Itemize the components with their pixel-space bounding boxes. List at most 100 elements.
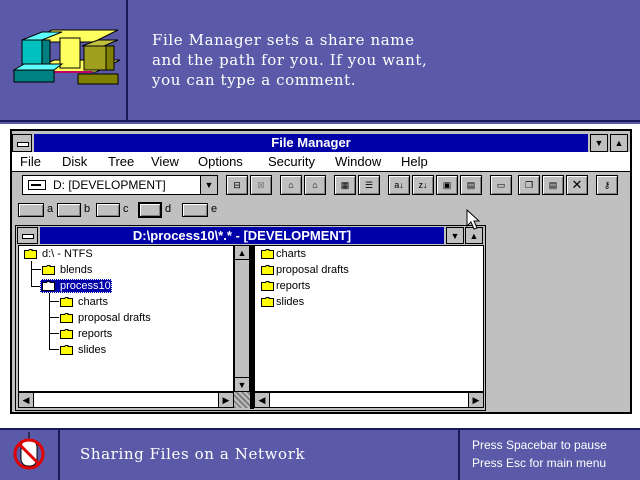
large-icons-icon: ▦ [340, 179, 350, 190]
drive-dropdown-arrow[interactable]: ▼ [200, 176, 217, 194]
banner-icon-frame [0, 0, 128, 122]
banner-line-1: File Manager sets a share name [152, 31, 415, 49]
tree-item-proposal-drafts[interactable]: proposal drafts [78, 311, 151, 325]
tree-root-item[interactable]: d:\ - NTFS [42, 247, 93, 261]
drive-select[interactable]: D: [DEVELOPMENT] [22, 175, 218, 195]
tree-item-blends[interactable]: blends [60, 263, 92, 277]
scroll-corner [234, 392, 250, 408]
minimize-icon: ▼ [450, 230, 460, 241]
menu-bar: File Disk Tree View Options Security Win… [12, 152, 630, 172]
permissions-button[interactable]: ⚷ [596, 175, 618, 195]
maximize-button[interactable]: ▲ [610, 134, 628, 152]
menu-hint: Press Esc for main menu [472, 456, 607, 470]
tree-vertical-scrollbar[interactable] [234, 245, 250, 392]
hard-drive-icon [28, 180, 46, 190]
sort-by-name-button[interactable]: a↓ [388, 175, 410, 195]
drive-b-label: b [84, 203, 91, 215]
minimize-icon: ▼ [594, 138, 604, 148]
file-item-slides[interactable]: slides [276, 295, 304, 309]
menu-disk[interactable]: Disk [62, 154, 87, 169]
folder-icon [60, 313, 73, 323]
list-scroll-right-button[interactable]: ▶ [468, 392, 484, 408]
drive-b-button[interactable] [57, 203, 81, 217]
arrow-right-icon: ▶ [222, 394, 230, 405]
share-icon: ⌂ [288, 180, 294, 190]
keyboard-hints [458, 428, 640, 480]
connect-drive-icon: ⊟ [233, 179, 241, 190]
folder-icon [60, 329, 73, 339]
disconnect-drive-icon: ⊠ [257, 179, 265, 190]
no-mouse-icon [13, 432, 45, 470]
connect-drive-button[interactable]: ⊟ [226, 175, 248, 195]
menu-view[interactable]: View [151, 154, 179, 169]
drive-select-value: D: [DEVELOPMENT] [53, 178, 166, 192]
maximize-icon: ▲ [469, 230, 479, 241]
large-icons-view-button[interactable]: ▦ [334, 175, 356, 195]
drive-c-button[interactable] [96, 203, 120, 217]
lesson-title: Sharing Files on a Network [80, 445, 306, 463]
stop-sharing-button[interactable]: ⌂ [304, 175, 326, 195]
file-item-proposal-drafts[interactable]: proposal drafts [276, 263, 349, 277]
directory-system-menu-button[interactable] [17, 227, 38, 244]
menu-file[interactable]: File [20, 154, 41, 169]
folder-icon [60, 345, 73, 355]
details-view-button[interactable]: ☰ [358, 175, 380, 195]
disconnect-drive-button[interactable]: ⊠ [250, 175, 272, 195]
tree-scroll-left-button[interactable]: ◀ [18, 392, 34, 408]
folder-icon [261, 297, 274, 307]
arrow-right-icon: ▶ [472, 394, 480, 405]
delete-icon: ✕ [571, 177, 583, 192]
copy-button[interactable]: ❐ [518, 175, 540, 195]
drive-d-button[interactable] [138, 202, 162, 218]
banner-line-2: and the path for you. If you want, [152, 51, 428, 69]
stop-share-icon: ⌂ [312, 180, 318, 190]
sort-name-icon: a↓ [394, 180, 404, 190]
copy-icon: ❐ [524, 179, 534, 190]
folder-icon [261, 249, 274, 259]
system-menu-button[interactable] [12, 134, 32, 152]
directory-minimize-button[interactable]: ▼ [446, 227, 464, 244]
folder-icon [42, 265, 55, 275]
sort-by-date-button[interactable]: ▤ [460, 175, 482, 195]
new-window-button[interactable]: ▭ [490, 175, 512, 195]
list-hscroll-track[interactable] [270, 393, 468, 407]
arrow-left-icon: ◀ [258, 394, 266, 405]
sort-by-size-button[interactable]: ▣ [436, 175, 458, 195]
tree-hscroll-track[interactable] [34, 393, 218, 407]
share-as-button[interactable]: ⌂ [280, 175, 302, 195]
tree-item-process10[interactable]: process10 [60, 279, 111, 293]
arrow-up-icon: ▲ [237, 247, 247, 258]
drive-e-button[interactable] [182, 203, 208, 217]
drive-a-button[interactable] [18, 203, 44, 217]
delete-button[interactable]: ✕ [566, 175, 588, 195]
scroll-down-button[interactable]: ▼ [234, 377, 250, 392]
arrow-down-icon: ▼ [237, 379, 247, 390]
scroll-up-button[interactable]: ▲ [234, 245, 250, 260]
tree-item-charts[interactable]: charts [78, 295, 108, 309]
tree-scroll-right-button[interactable]: ▶ [218, 392, 234, 408]
folder-icon [261, 281, 274, 291]
menu-security[interactable]: Security [268, 154, 315, 169]
sort-date-icon: ▤ [466, 179, 476, 190]
menu-window[interactable]: Window [335, 154, 381, 169]
move-icon: ▤ [548, 179, 558, 190]
minimize-button[interactable]: ▼ [590, 134, 608, 152]
sort-size-icon: ▣ [442, 179, 452, 190]
tree-item-slides[interactable]: slides [78, 343, 106, 357]
folder-icon [261, 265, 274, 275]
tree-item-reports[interactable]: reports [78, 327, 112, 341]
folder-icon [24, 249, 37, 259]
move-button[interactable]: ▤ [542, 175, 564, 195]
menu-help[interactable]: Help [401, 154, 428, 169]
menu-options[interactable]: Options [198, 154, 243, 169]
file-list: charts proposal drafts reports slides [258, 247, 458, 327]
file-item-charts[interactable]: charts [276, 247, 306, 261]
folder-icon [60, 297, 73, 307]
drive-c-label: c [123, 203, 129, 215]
list-scroll-left-button[interactable]: ◀ [254, 392, 270, 408]
sort-by-type-button[interactable]: z↓ [412, 175, 434, 195]
no-mouse-icon-frame [0, 428, 60, 480]
menu-tree[interactable]: Tree [108, 154, 134, 169]
directory-tree: d:\ - NTFS blends process10 charts propo… [20, 247, 230, 377]
file-item-reports[interactable]: reports [276, 279, 310, 293]
